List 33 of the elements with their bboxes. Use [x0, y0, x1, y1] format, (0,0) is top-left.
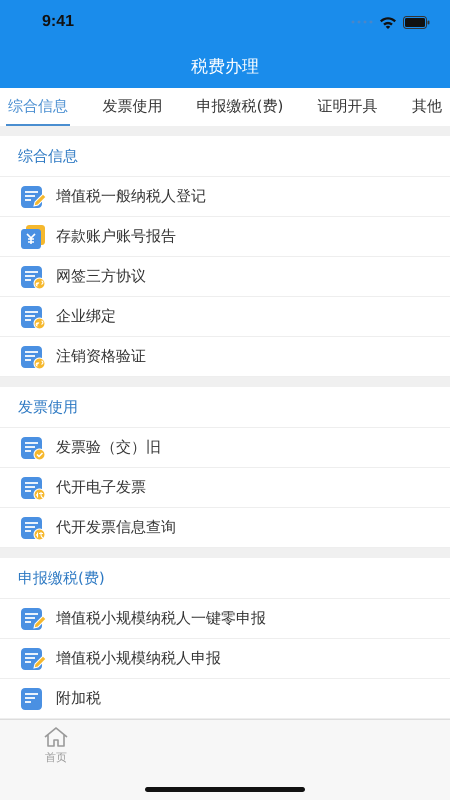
battery-icon: [403, 16, 430, 28]
document-pencil-icon: [20, 184, 46, 210]
service-item[interactable]: 发票验（交）旧: [0, 428, 450, 468]
signal-icon: [351, 20, 373, 24]
section-title: 综合信息: [18, 146, 78, 166]
document-pencil-icon: [20, 646, 46, 672]
service-item[interactable]: 存款账户账号报告: [0, 217, 450, 257]
wifi-icon: [379, 16, 397, 28]
service-item[interactable]: 增值税小规模纳税人申报: [0, 639, 450, 679]
section-title: 申报缴税(费): [18, 568, 105, 588]
service-item[interactable]: 增值税一般纳税人登记: [0, 177, 450, 217]
document-link-icon: [20, 304, 46, 330]
service-item[interactable]: 代开电子发票: [0, 468, 450, 508]
service-item[interactable]: 注销资格验证: [0, 337, 450, 377]
category-tab[interactable]: 证明开具: [316, 88, 380, 126]
category-tab[interactable]: 其他: [410, 88, 444, 126]
section-title: 发票使用: [18, 398, 78, 416]
service-item[interactable]: 代开发票信息查询: [0, 508, 450, 548]
document-pencil-icon: [20, 606, 46, 632]
yuan-card-icon: [20, 224, 46, 250]
document-badge-icon: [20, 514, 46, 540]
service-item[interactable]: 企业绑定: [0, 297, 450, 337]
document-link-icon: [20, 264, 46, 290]
home-icon: [43, 726, 69, 748]
document-badge-icon: [20, 474, 46, 500]
document-check-icon: [20, 434, 46, 460]
category-tab[interactable]: 申报缴税(费): [194, 88, 286, 126]
status-time: 9:41: [42, 13, 74, 31]
service-item[interactable]: 增值税小规模纳税人一键零申报: [0, 599, 450, 639]
service-item[interactable]: 网签三方协议: [0, 257, 450, 297]
document-link-icon: [20, 344, 46, 370]
category-tab[interactable]: 发票使用: [100, 88, 164, 126]
page-title: 税费办理: [191, 56, 259, 78]
